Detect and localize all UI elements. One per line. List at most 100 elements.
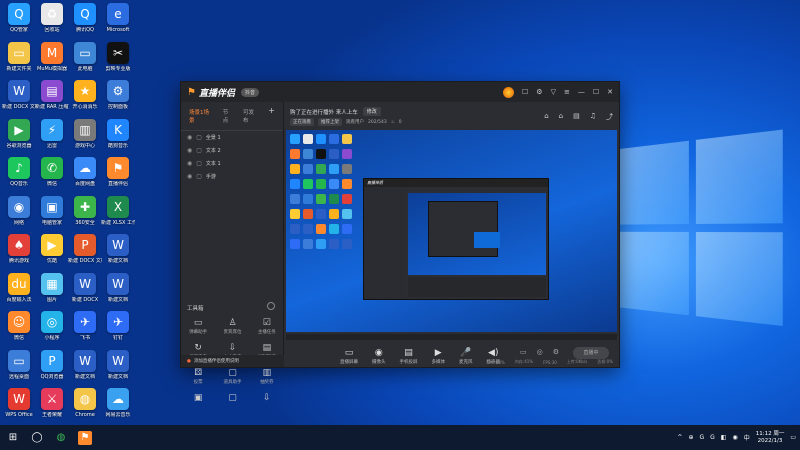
help-bar[interactable]: ● 添加直播伴侣使用说明 <box>181 355 284 367</box>
desktop-icon[interactable]: W WPS Office <box>2 388 36 418</box>
close-icon[interactable]: ✕ <box>607 88 613 96</box>
desktop-icon[interactable]: ▦ 图片 <box>35 272 69 303</box>
tool-item[interactable]: ♙ 贵宾席位 <box>215 318 249 335</box>
desktop-icon[interactable]: ▣ 电脑管家 <box>35 195 69 226</box>
desktop-icon[interactable]: ◎ 小程序 <box>35 311 69 341</box>
desktop-icon[interactable]: W 新建文档 <box>101 234 135 264</box>
desktop-icon[interactable]: ▭ 远程桌面 <box>2 349 36 380</box>
visibility-icon[interactable]: ◉ <box>187 134 192 141</box>
tool-item[interactable]: ☑ 主播任务 <box>250 318 284 335</box>
desktop-icon[interactable]: W 新建文档 <box>101 272 135 303</box>
tray-icon[interactable]: G <box>710 434 715 441</box>
scene-item[interactable]: ◉ ▢ 文本 1 <box>181 157 283 170</box>
desktop-icon[interactable]: ⚔ 王者荣耀 <box>35 388 69 418</box>
desktop-icon[interactable]: W 新建文档 <box>68 349 102 380</box>
desktop-icon[interactable]: ♪ QQ音乐 <box>2 157 36 187</box>
tray-icon[interactable]: ^ <box>677 434 682 441</box>
desktop-icon[interactable]: ▭ 新建文件夹 <box>2 41 36 72</box>
desktop-icon[interactable]: ▶ 优酷 <box>35 234 69 264</box>
desktop-icon[interactable]: du 百度输入法 <box>2 272 36 303</box>
recommend-chip[interactable]: 推荐上架 <box>318 118 342 126</box>
desktop-icon[interactable]: ☺ 微信 <box>2 311 36 341</box>
desktop-icon[interactable]: ☁ 百度网盘 <box>68 157 102 187</box>
desktop-icon[interactable]: ♻ 回收站 <box>35 3 69 33</box>
desktop-icon[interactable]: M MuMu模拟器 <box>35 41 69 72</box>
tray-icon[interactable]: ⊕ <box>688 434 693 441</box>
add-scene-icon[interactable]: + <box>268 107 275 124</box>
notification-icon[interactable]: ▭ <box>790 434 796 441</box>
tool-item[interactable]: ⇩ <box>250 393 284 404</box>
settings-gear-icon[interactable]: ⚙ <box>553 348 559 356</box>
desktop-icon[interactable]: ⚙ 控制面板 <box>101 80 135 110</box>
desktop-icon[interactable]: X新建 XLSX 工作表 <box>101 195 135 226</box>
desktop-icon[interactable]: W 新建文档 <box>101 349 135 380</box>
notice-icon[interactable]: ▤ <box>573 112 580 122</box>
settings-icon[interactable]: ⚙ <box>536 88 542 96</box>
desktop-icon[interactable]: W 新建 DOCX <box>68 272 102 303</box>
live-preview[interactable]: 直播伴侣 <box>286 130 617 332</box>
bell-icon[interactable]: ♫ <box>590 112 596 122</box>
desktop-icon[interactable]: K 酷狗音乐 <box>101 118 135 149</box>
minimize-icon[interactable]: — <box>578 88 585 96</box>
search-icon[interactable]: ◯ <box>30 431 44 445</box>
desktop-icon[interactable]: ▥ 游戏中心 <box>68 118 102 149</box>
scene-item[interactable]: ◉ ▢ 手游 <box>181 170 283 183</box>
tray-icon[interactable]: 中 <box>744 433 750 442</box>
desktop-icon[interactable]: ✈ 钉钉 <box>101 311 135 341</box>
desktop-icon[interactable]: P QQ浏览器 <box>35 349 69 380</box>
desktop-icon[interactable]: ⚡ 迅雷 <box>35 118 69 149</box>
desktop-icon[interactable]: ★ 开心消消乐 <box>68 80 102 110</box>
desktop-icon[interactable]: P 新建 DOCX 文档 <box>68 234 102 264</box>
scene-item[interactable]: ◉ ▢ 全景 1 <box>181 131 283 144</box>
tray-icon[interactable]: ◧ <box>721 434 727 441</box>
lock-icon[interactable]: ▢ <box>196 147 202 154</box>
desktop-icon[interactable]: ✚ 360安全 <box>68 195 102 226</box>
tab-scenes[interactable]: 场景1场景 <box>189 108 213 124</box>
gift-icon[interactable]: ⌂ <box>544 112 548 122</box>
status-chip[interactable]: 正在观看 <box>290 118 314 126</box>
tool-item[interactable]: ⚄ 投票 <box>181 368 215 385</box>
user-avatar[interactable] <box>503 86 515 98</box>
live-studio-taskbar-icon[interactable]: ⚑ <box>78 430 92 445</box>
comment-icon[interactable]: ☐ <box>522 88 528 96</box>
maximize-icon[interactable]: ☐ <box>593 88 599 96</box>
filter-icon[interactable]: ▽ <box>551 88 556 96</box>
tool-item[interactable]: ▢ 道具助手 <box>215 368 249 385</box>
record-icon[interactable]: ▭ <box>520 348 527 356</box>
mute-icon[interactable]: ◎ <box>537 348 543 356</box>
share-icon[interactable]: ⤴ <box>606 112 613 122</box>
lock-icon[interactable]: ▢ <box>196 160 202 167</box>
tray-icon[interactable]: G <box>699 434 704 441</box>
desktop-icon[interactable]: ♠ 腾讯游戏 <box>2 234 36 264</box>
visibility-icon[interactable]: ◉ <box>187 147 192 154</box>
desktop-icon[interactable]: ☁ 网易云音乐 <box>101 388 135 418</box>
start-icon[interactable]: ⊞ <box>6 431 20 445</box>
shop-icon[interactable]: ⌂ <box>559 112 563 122</box>
visibility-icon[interactable]: ◉ <box>187 173 192 180</box>
desktop-icon[interactable]: Q 腾讯QQ <box>68 3 102 33</box>
tool-item[interactable]: ▭ 弹幕助手 <box>181 318 215 335</box>
tool-item[interactable]: ▢ <box>215 393 249 404</box>
desktop-icon[interactable]: ▶ 谷歌浏览器 <box>2 118 36 149</box>
toolbox-more-icon[interactable] <box>267 302 275 310</box>
desktop-icon[interactable]: ▤ 新建 RAR 压缩文件 <box>35 80 69 110</box>
desktop-icon[interactable]: ✂ 剪映专业版 <box>101 41 135 72</box>
desktop-icon[interactable]: e Microsoft <box>101 3 135 33</box>
desktop-icon[interactable]: ✆ 微信 <box>35 157 69 187</box>
chrome-taskbar-icon[interactable]: ◍ <box>54 431 68 445</box>
clock[interactable]: 11:12 周一 2022/1/3 <box>756 431 785 445</box>
desktop-icon[interactable]: ⚑ 直播伴侣 <box>101 157 135 187</box>
desktop-icon[interactable]: ◍ Chrome <box>68 388 102 418</box>
menu-icon[interactable]: ≡ <box>564 88 570 96</box>
version-badge[interactable]: 抖音 <box>240 87 259 97</box>
desktop-icon[interactable]: ◉ 网络 <box>2 195 36 226</box>
scene-item[interactable]: ◉ ▢ 文本 2 <box>181 144 283 157</box>
tool-item[interactable]: ▥ 抽奖券 <box>250 368 284 385</box>
tab-nodes[interactable]: 节点 <box>223 108 233 124</box>
edit-title-button[interactable]: 修改 <box>362 107 381 116</box>
desktop-icon[interactable]: ▭ 此电脑 <box>68 41 102 72</box>
visibility-icon[interactable]: ◉ <box>187 160 192 167</box>
lock-icon[interactable]: ▢ <box>196 173 202 180</box>
desktop-icon[interactable]: ✈ 飞书 <box>68 311 102 341</box>
desktop-icon[interactable]: Q QQ管家 <box>2 3 36 33</box>
